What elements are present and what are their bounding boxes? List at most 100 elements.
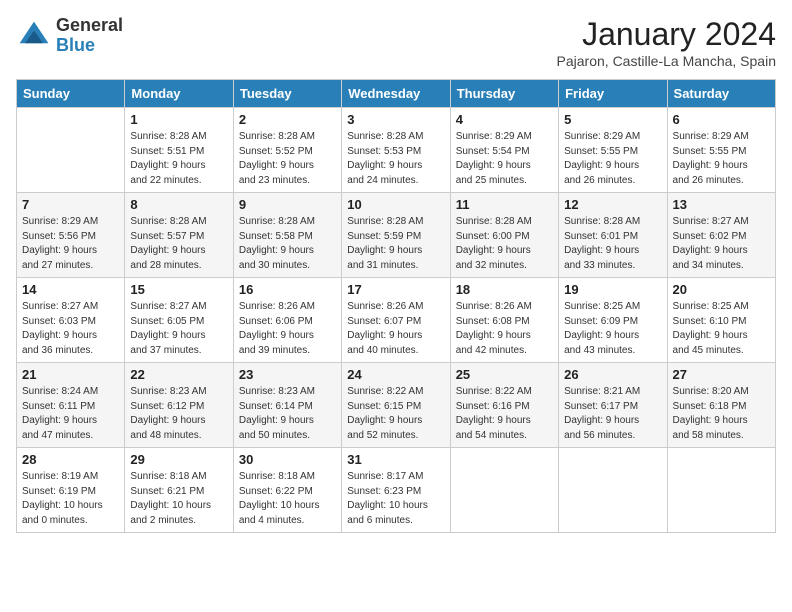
day-of-week-header: Saturday: [667, 80, 775, 108]
day-info: Sunrise: 8:28 AMSunset: 5:58 PMDaylight:…: [239, 215, 336, 273]
calendar-day-cell: [450, 448, 558, 533]
calendar-day-cell: 1 Sunrise: 8:28 AMSunset: 5:51 PMDaylight…: [125, 108, 233, 193]
day-number: 6: [673, 112, 770, 127]
calendar-day-cell: 30 Sunrise: 8:18 AMSunset: 6:22 PMDayligh…: [233, 448, 341, 533]
day-info: Sunrise: 8:23 AMSunset: 6:14 PMDaylight:…: [239, 385, 336, 443]
day-info: Sunrise: 8:28 AMSunset: 5:53 PMDaylight:…: [347, 130, 444, 188]
calendar-day-cell: 12Sunrise: 8:28 AMSunset: 6:01 PMDayligh…: [559, 193, 667, 278]
day-number: 11: [456, 197, 553, 212]
day-info: Sunrise: 8:29 AMSunset: 5:54 PMDaylight:…: [456, 130, 553, 188]
calendar-day-cell: 25 Sunrise: 8:22 AMSunset: 6:16 PMDayligh…: [450, 363, 558, 448]
day-of-week-header: Sunday: [17, 80, 125, 108]
day-number: 8: [130, 197, 227, 212]
day-info: Sunrise: 8:26 AMSunset: 6:06 PMDaylight:…: [239, 300, 336, 358]
day-of-week-header: Thursday: [450, 80, 558, 108]
calendar-day-cell: 3Sunrise: 8:28 AMSunset: 5:53 PMDaylight…: [342, 108, 450, 193]
logo-blue: Blue: [56, 35, 95, 55]
day-info: Sunrise: 8:23 AMSunset: 6:12 PMDaylight:…: [130, 385, 227, 443]
day-info: Sunrise: 8:25 AMSunset: 6:10 PMDaylight:…: [673, 300, 770, 358]
calendar-table: SundayMondayTuesdayWednesdayThursdayFrid…: [16, 79, 776, 533]
day-number: 13: [673, 197, 770, 212]
day-info: Sunrise: 8:28 AMSunset: 5:57 PMDaylight:…: [130, 215, 227, 273]
day-of-week-header: Friday: [559, 80, 667, 108]
calendar-week-row: 1 Sunrise: 8:28 AMSunset: 5:51 PMDaylight…: [17, 108, 776, 193]
day-info: Sunrise: 8:26 AMSunset: 6:08 PMDaylight:…: [456, 300, 553, 358]
day-info: Sunrise: 8:17 AMSunset: 6:23 PMDaylight:…: [347, 470, 444, 528]
calendar-day-cell: 22Sunrise: 8:23 AMSunset: 6:12 PMDayligh…: [125, 363, 233, 448]
day-info: Sunrise: 8:29 AMSunset: 5:55 PMDaylight:…: [564, 130, 661, 188]
calendar-day-cell: 5 Sunrise: 8:29 AMSunset: 5:55 PMDaylight…: [559, 108, 667, 193]
calendar-week-row: 21Sunrise: 8:24 AMSunset: 6:11 PMDayligh…: [17, 363, 776, 448]
day-info: Sunrise: 8:27 AMSunset: 6:03 PMDaylight:…: [22, 300, 119, 358]
day-info: Sunrise: 8:26 AMSunset: 6:07 PMDaylight:…: [347, 300, 444, 358]
day-number: 16: [239, 282, 336, 297]
logo-general: General: [56, 15, 123, 35]
calendar-day-cell: 11Sunrise: 8:28 AMSunset: 6:00 PMDayligh…: [450, 193, 558, 278]
calendar-day-cell: 14 Sunrise: 8:27 AMSunset: 6:03 PMDayligh…: [17, 278, 125, 363]
day-info: Sunrise: 8:28 AMSunset: 5:52 PMDaylight:…: [239, 130, 336, 188]
day-number: 23: [239, 367, 336, 382]
calendar-day-cell: 29 Sunrise: 8:18 AMSunset: 6:21 PMDayligh…: [125, 448, 233, 533]
day-of-week-header: Tuesday: [233, 80, 341, 108]
logo-icon: [16, 18, 52, 54]
calendar-header: SundayMondayTuesdayWednesdayThursdayFrid…: [17, 80, 776, 108]
day-number: 2: [239, 112, 336, 127]
day-number: 7: [22, 197, 119, 212]
day-number: 5: [564, 112, 661, 127]
day-number: 4: [456, 112, 553, 127]
day-number: 1: [130, 112, 227, 127]
calendar-day-cell: 7 Sunrise: 8:29 AMSunset: 5:56 PMDaylight…: [17, 193, 125, 278]
day-number: 28: [22, 452, 119, 467]
day-info: Sunrise: 8:18 AMSunset: 6:21 PMDaylight:…: [130, 470, 227, 528]
calendar-day-cell: 20 Sunrise: 8:25 AMSunset: 6:10 PMDayligh…: [667, 278, 775, 363]
calendar-day-cell: 19 Sunrise: 8:25 AMSunset: 6:09 PMDayligh…: [559, 278, 667, 363]
calendar-day-cell: 4 Sunrise: 8:29 AMSunset: 5:54 PMDaylight…: [450, 108, 558, 193]
logo-text: General Blue: [56, 16, 123, 56]
day-info: Sunrise: 8:27 AMSunset: 6:05 PMDaylight:…: [130, 300, 227, 358]
day-number: 30: [239, 452, 336, 467]
page-header: General Blue January 2024 Pajaron, Casti…: [16, 16, 776, 69]
calendar-day-cell: 10Sunrise: 8:28 AMSunset: 5:59 PMDayligh…: [342, 193, 450, 278]
day-number: 19: [564, 282, 661, 297]
day-info: Sunrise: 8:28 AMSunset: 5:51 PMDaylight:…: [130, 130, 227, 188]
calendar-day-cell: 24 Sunrise: 8:22 AMSunset: 6:15 PMDayligh…: [342, 363, 450, 448]
calendar-day-cell: 15 Sunrise: 8:27 AMSunset: 6:05 PMDayligh…: [125, 278, 233, 363]
day-info: Sunrise: 8:18 AMSunset: 6:22 PMDaylight:…: [239, 470, 336, 528]
day-info: Sunrise: 8:19 AMSunset: 6:19 PMDaylight:…: [22, 470, 119, 528]
day-info: Sunrise: 8:22 AMSunset: 6:16 PMDaylight:…: [456, 385, 553, 443]
day-info: Sunrise: 8:29 AMSunset: 5:56 PMDaylight:…: [22, 215, 119, 273]
day-number: 21: [22, 367, 119, 382]
day-number: 14: [22, 282, 119, 297]
calendar-day-cell: 21Sunrise: 8:24 AMSunset: 6:11 PMDayligh…: [17, 363, 125, 448]
calendar-day-cell: 28 Sunrise: 8:19 AMSunset: 6:19 PMDayligh…: [17, 448, 125, 533]
day-info: Sunrise: 8:25 AMSunset: 6:09 PMDaylight:…: [564, 300, 661, 358]
calendar-day-cell: 18Sunrise: 8:26 AMSunset: 6:08 PMDayligh…: [450, 278, 558, 363]
calendar-day-cell: 17 Sunrise: 8:26 AMSunset: 6:07 PMDayligh…: [342, 278, 450, 363]
day-number: 24: [347, 367, 444, 382]
day-number: 29: [130, 452, 227, 467]
day-of-week-header: Wednesday: [342, 80, 450, 108]
day-of-week-header: Monday: [125, 80, 233, 108]
day-number: 31: [347, 452, 444, 467]
day-number: 20: [673, 282, 770, 297]
calendar-day-cell: 27Sunrise: 8:20 AMSunset: 6:18 PMDayligh…: [667, 363, 775, 448]
calendar-week-row: 7 Sunrise: 8:29 AMSunset: 5:56 PMDaylight…: [17, 193, 776, 278]
day-number: 17: [347, 282, 444, 297]
title-block: January 2024 Pajaron, Castille-La Mancha…: [557, 16, 776, 69]
day-number: 27: [673, 367, 770, 382]
day-number: 15: [130, 282, 227, 297]
day-number: 25: [456, 367, 553, 382]
day-info: Sunrise: 8:21 AMSunset: 6:17 PMDaylight:…: [564, 385, 661, 443]
day-info: Sunrise: 8:27 AMSunset: 6:02 PMDaylight:…: [673, 215, 770, 273]
calendar-day-cell: 31 Sunrise: 8:17 AMSunset: 6:23 PMDayligh…: [342, 448, 450, 533]
day-info: Sunrise: 8:28 AMSunset: 6:01 PMDaylight:…: [564, 215, 661, 273]
month-title: January 2024: [557, 16, 776, 53]
calendar-day-cell: 6Sunrise: 8:29 AMSunset: 5:55 PMDaylight…: [667, 108, 775, 193]
calendar-day-cell: [17, 108, 125, 193]
day-number: 10: [347, 197, 444, 212]
day-info: Sunrise: 8:22 AMSunset: 6:15 PMDaylight:…: [347, 385, 444, 443]
calendar-day-cell: 13 Sunrise: 8:27 AMSunset: 6:02 PMDayligh…: [667, 193, 775, 278]
calendar-day-cell: [667, 448, 775, 533]
calendar-day-cell: 23 Sunrise: 8:23 AMSunset: 6:14 PMDayligh…: [233, 363, 341, 448]
location: Pajaron, Castille-La Mancha, Spain: [557, 53, 776, 69]
